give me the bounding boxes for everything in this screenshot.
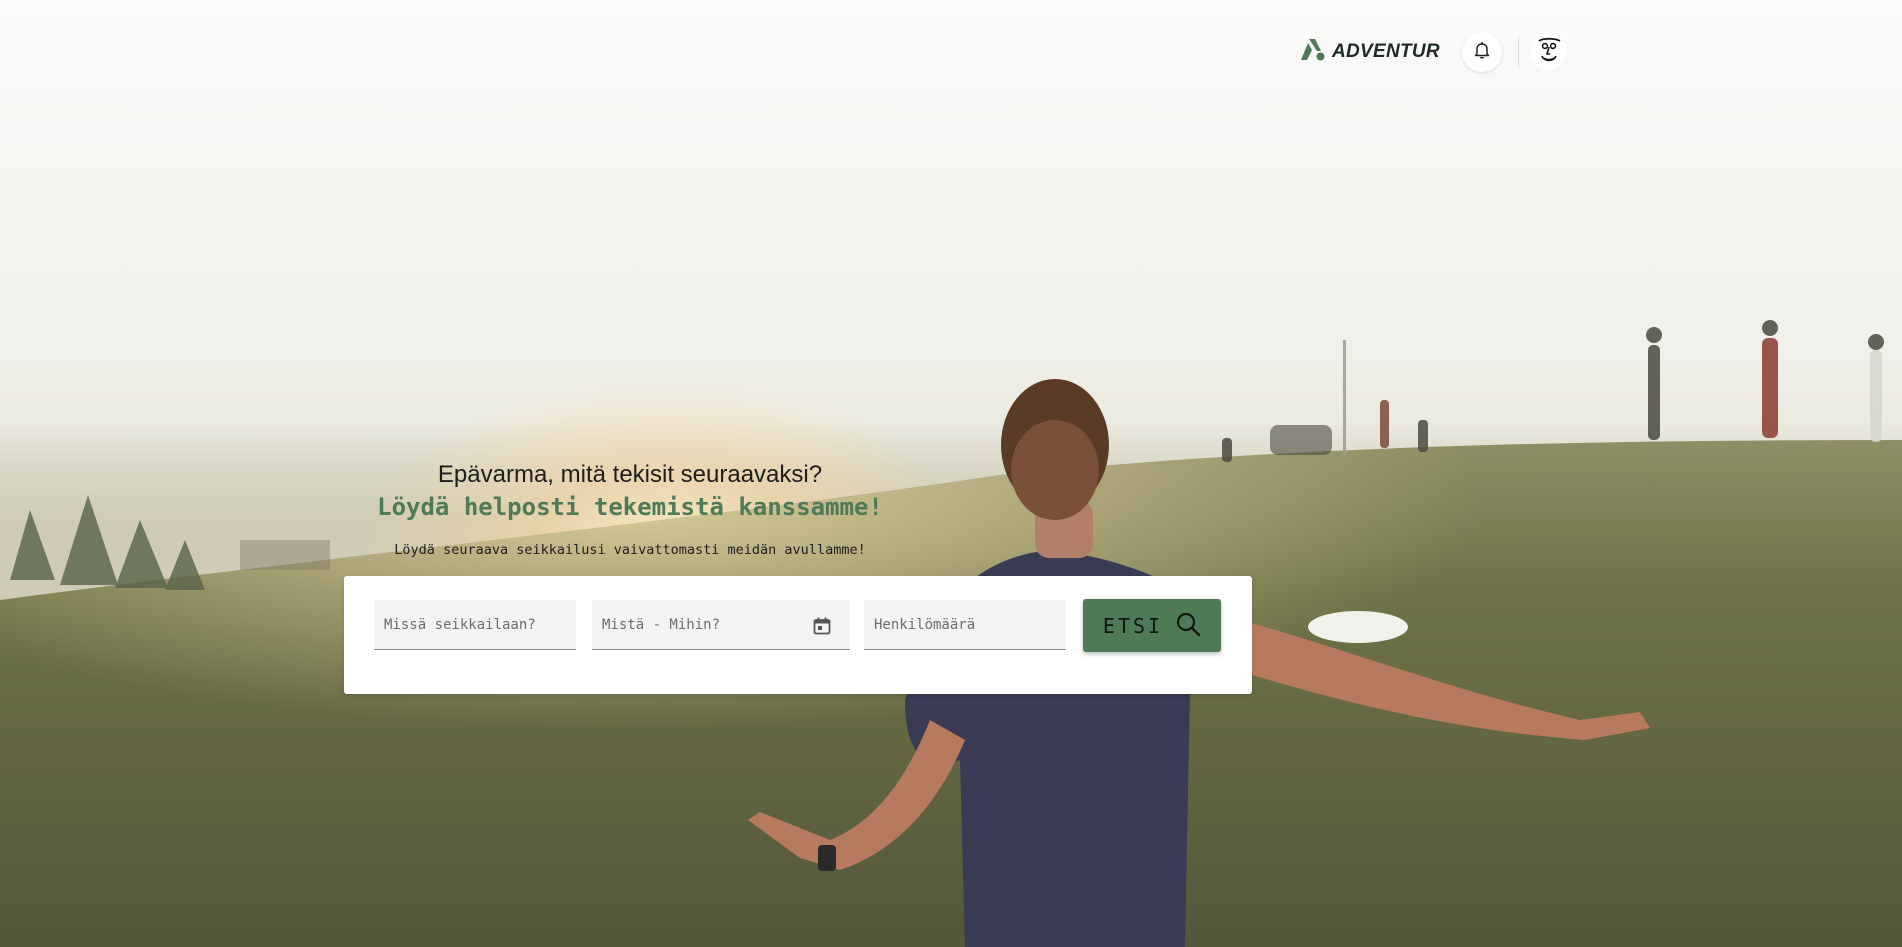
date-range-field[interactable] — [592, 600, 850, 650]
face-avatar-icon — [1535, 35, 1563, 69]
hero-headline: Epävarma, mitä tekisit seuraavaksi? Löyd… — [345, 458, 915, 558]
search-icon — [1175, 611, 1201, 640]
destination-input[interactable] — [374, 600, 576, 649]
header-divider — [1517, 37, 1519, 67]
hero-photo-scene — [0, 320, 1902, 947]
search-button[interactable]: ETSI — [1083, 599, 1221, 652]
hero-tagline: Löydä helposti tekemistä kanssamme! — [377, 493, 883, 521]
top-header: ADVENTUR — [1300, 32, 1567, 72]
search-card: ETSI — [344, 576, 1252, 694]
hero-subtitle: Löydä seuraava seikkailusi vaivattomasti… — [394, 542, 866, 558]
brand-logo-link[interactable]: ADVENTUR — [1300, 38, 1440, 66]
hero-background — [0, 0, 1902, 947]
brand-name: ADVENTUR — [1332, 41, 1440, 62]
destination-field[interactable] — [374, 600, 576, 650]
profile-avatar-button[interactable] — [1530, 34, 1567, 70]
calendar-icon[interactable] — [812, 616, 832, 636]
search-button-label: ETSI — [1102, 613, 1164, 638]
adventur-logo-icon — [1300, 38, 1326, 66]
people-count-field[interactable] — [864, 600, 1066, 650]
bell-icon — [1474, 41, 1490, 63]
hero-question: Epävarma, mitä tekisit seuraavaksi? — [437, 461, 823, 488]
people-count-input[interactable] — [864, 600, 1066, 649]
notifications-button[interactable] — [1461, 32, 1502, 72]
